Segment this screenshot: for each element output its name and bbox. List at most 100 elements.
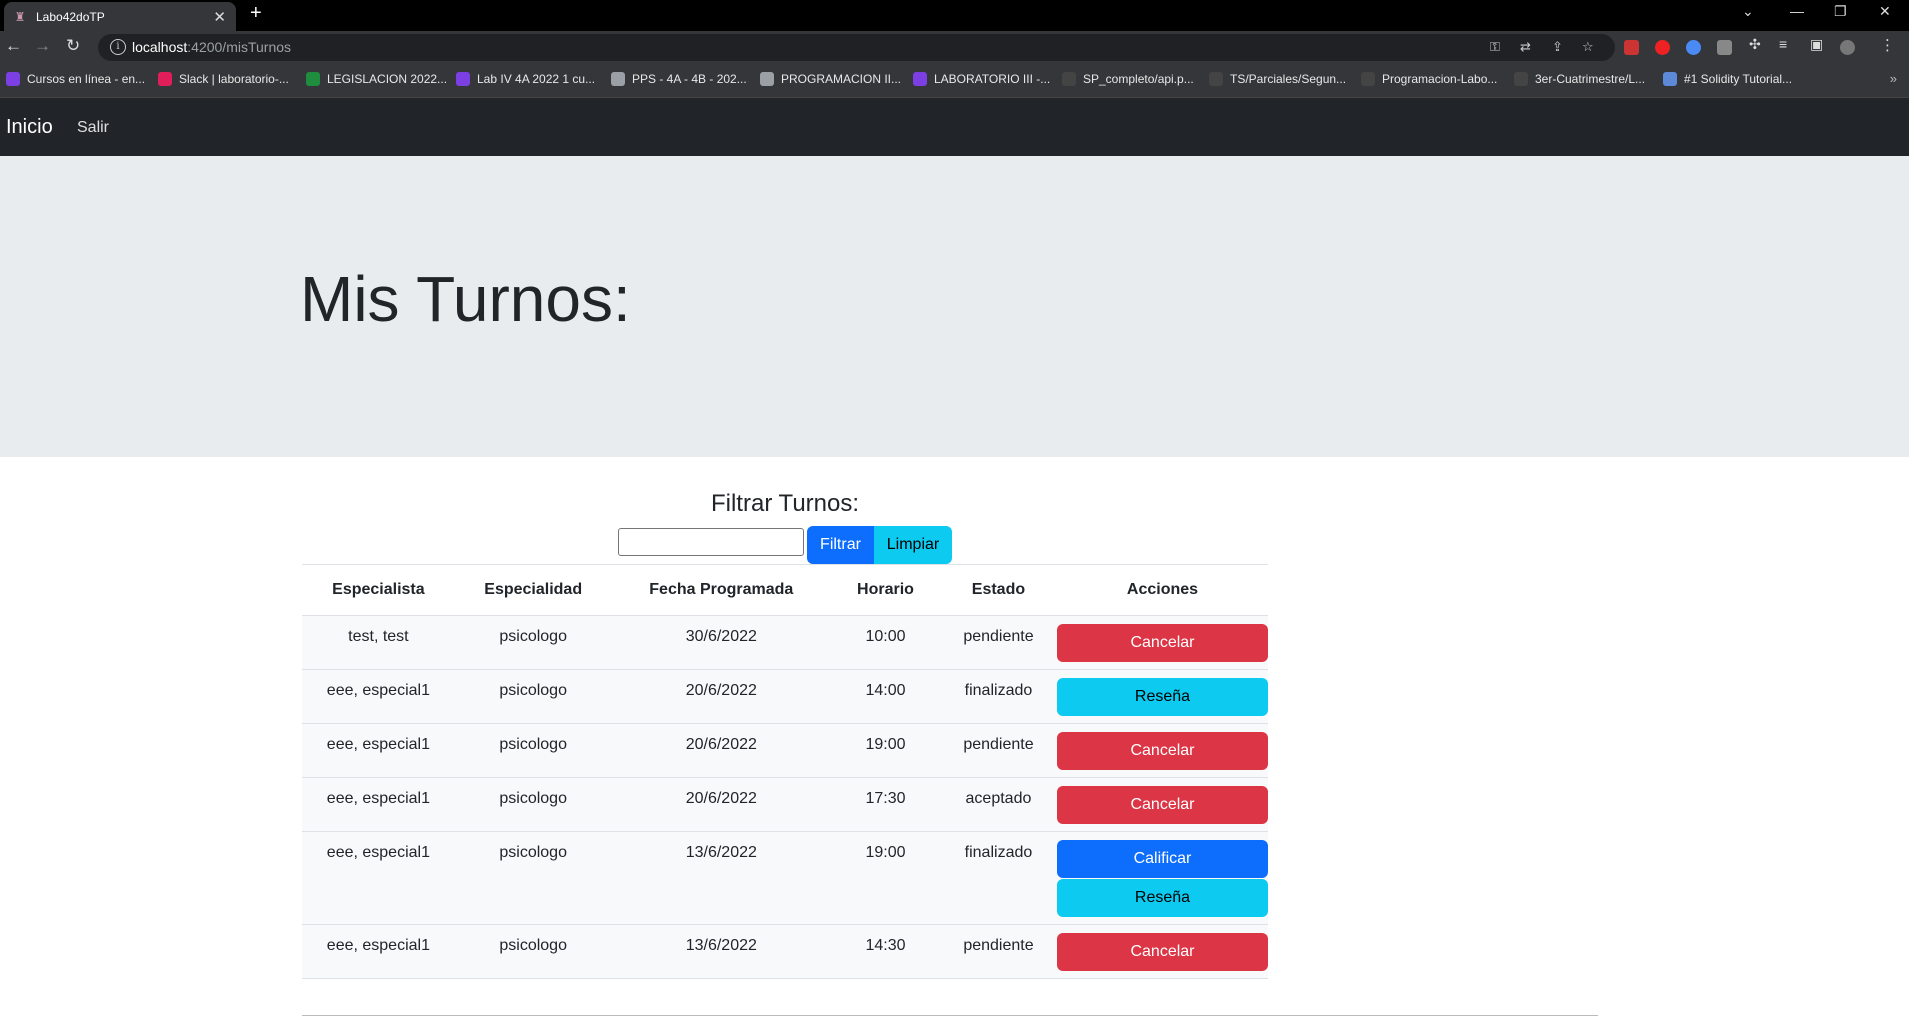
profile-avatar[interactable] [1840, 40, 1855, 55]
cell-horario: 19:00 [831, 831, 940, 925]
bookmark-item[interactable]: Slack | laboratorio-... [158, 72, 289, 86]
cell-acciones: Reseña [1056, 669, 1268, 724]
cell-estado: finalizado [939, 831, 1057, 925]
cell-fecha: 13/6/2022 [611, 831, 831, 925]
browser-tab[interactable]: ♜ Labo42doTP ✕ [4, 2, 236, 31]
table-row: eee, especial1 psicologo 20/6/2022 17:30 ace… [302, 777, 1268, 832]
cancelar-button[interactable]: Cancelar [1056, 786, 1268, 824]
table-row: test, test psicologo 30/6/2022 10:00 pendien… [302, 615, 1268, 670]
filter-input[interactable] [618, 528, 804, 556]
cell-fecha: 20/6/2022 [611, 669, 831, 724]
cell-fecha: 13/6/2022 [611, 924, 831, 979]
column-header-especialista: Especialista [302, 564, 455, 616]
bookmark-item[interactable]: TS/Parciales/Segun... [1209, 72, 1346, 86]
new-tab-icon[interactable]: + [250, 2, 262, 25]
forward-icon[interactable]: → [34, 36, 51, 56]
bookmark-favicon-icon [760, 72, 774, 86]
column-header-horario: Horario [831, 564, 940, 616]
cell-fecha: 20/6/2022 [611, 723, 831, 778]
cell-horario: 14:00 [831, 669, 940, 724]
bookmark-item[interactable]: Programacion-Labo... [1361, 72, 1497, 86]
cell-horario: 17:30 [831, 777, 940, 832]
bookmark-favicon-icon [611, 72, 625, 86]
tab-close-icon[interactable]: ✕ [213, 8, 226, 26]
menu-kebab-icon[interactable]: ⋮ [1880, 36, 1895, 54]
bookmark-item[interactable]: LABORATORIO III -... [913, 72, 1050, 86]
cell-especialista: eee, especial1 [302, 669, 455, 724]
table-row: eee, especial1 psicologo 13/6/2022 19:00 fin… [302, 831, 1268, 925]
cancelar-button[interactable]: Cancelar [1056, 933, 1268, 971]
bookmark-star-icon[interactable]: ☆ [1582, 39, 1594, 55]
cell-acciones: Cancelar [1056, 924, 1268, 979]
cell-estado: pendiente [939, 924, 1057, 979]
divider [302, 1015, 1598, 1016]
share-icon[interactable]: ⇪ [1552, 39, 1563, 55]
cell-especialista: eee, especial1 [302, 831, 455, 925]
bookmark-item[interactable]: LEGISLACION 2022... [306, 72, 447, 86]
column-header-fecha: Fecha Programada [611, 564, 831, 616]
cell-especialidad: psicologo [454, 831, 612, 925]
bookmark-item[interactable]: 3er-Cuatrimestre/L... [1514, 72, 1645, 86]
cell-especialidad: psicologo [454, 669, 612, 724]
browser-tab-strip: ♜ Labo42doTP ✕ + ⌄ — ❐ ✕ [0, 0, 1909, 31]
cancelar-button[interactable]: Cancelar [1056, 624, 1268, 662]
cancelar-button[interactable]: Cancelar [1056, 732, 1268, 770]
bookmark-item[interactable]: PROGRAMACION II... [760, 72, 901, 86]
cell-acciones: Cancelar [1056, 723, 1268, 778]
column-header-acciones: Acciones [1056, 564, 1268, 616]
bookmark-item[interactable]: SP_completo/api.p... [1062, 72, 1194, 86]
cell-estado: pendiente [939, 615, 1057, 670]
cell-especialidad: psicologo [454, 723, 612, 778]
table-header-row: Especialista Especialidad Fecha Programa… [302, 564, 1268, 616]
more-bookmarks-icon[interactable]: » [1890, 71, 1897, 86]
calificar-button[interactable]: Calificar [1056, 840, 1268, 878]
cell-acciones: Calificar Reseña [1056, 831, 1268, 925]
page-title: Mis Turnos: [300, 263, 631, 335]
close-window-icon[interactable]: ✕ [1879, 3, 1891, 20]
translate-icon[interactable]: ⇄ [1520, 39, 1531, 55]
key-icon[interactable]: ⚿ [1490, 39, 1500, 55]
minimize-icon[interactable]: — [1790, 3, 1804, 19]
side-panel-icon[interactable]: ▣ [1810, 36, 1823, 53]
table-row: eee, especial1 psicologo 13/6/2022 14:30 pen… [302, 924, 1268, 979]
filter-title: Filtrar Turnos: [710, 490, 860, 517]
cell-horario: 19:00 [831, 723, 940, 778]
bookmark-favicon-icon [1361, 72, 1375, 86]
page-header: Mis Turnos: [0, 156, 1909, 457]
filtrar-button[interactable]: Filtrar [807, 526, 874, 564]
bookmark-favicon-icon [6, 72, 20, 86]
column-header-estado: Estado [939, 564, 1057, 616]
extension-icon[interactable] [1717, 40, 1732, 55]
bookmark-item[interactable]: Cursos en línea - en... [6, 72, 145, 86]
reading-list-icon[interactable]: ≡ [1779, 36, 1787, 52]
cell-especialista: test, test [302, 615, 455, 670]
resena-button[interactable]: Reseña [1056, 879, 1268, 917]
site-info-icon[interactable]: i [110, 39, 126, 55]
bookmark-favicon-icon [158, 72, 172, 86]
cell-estado: finalizado [939, 669, 1057, 724]
bookmark-favicon-icon [306, 72, 320, 86]
puzzle-extensions-icon[interactable]: ✣ [1749, 36, 1761, 53]
limpiar-button[interactable]: Limpiar [874, 526, 952, 564]
cell-estado: aceptado [939, 777, 1057, 832]
bookmark-item[interactable]: Lab IV 4A 2022 1 cu... [456, 72, 595, 86]
resena-button[interactable]: Reseña [1056, 678, 1268, 716]
reload-icon[interactable]: ↻ [66, 36, 80, 56]
extension-icon[interactable] [1686, 40, 1701, 55]
extension-icon[interactable] [1655, 40, 1670, 55]
extension-icon[interactable] [1624, 40, 1639, 55]
table-row: eee, especial1 psicologo 20/6/2022 19:00 pen… [302, 723, 1268, 778]
nav-link-salir[interactable]: Salir [77, 119, 109, 137]
navbar-brand-inicio[interactable]: Inicio [6, 116, 53, 139]
bookmark-item[interactable]: PPS - 4A - 4B - 202... [611, 72, 747, 86]
turnos-table: Especialista Especialidad Fecha Programa… [302, 564, 1268, 979]
back-icon[interactable]: ← [5, 36, 22, 56]
restore-icon[interactable]: ❐ [1834, 3, 1847, 20]
address-bar[interactable]: i localhost:4200/misTurnos ⚿ ⇄ ⇪ ☆ [98, 34, 1615, 61]
bookmark-item[interactable]: #1 Solidity Tutorial... [1663, 72, 1792, 86]
tab-search-icon[interactable]: ⌄ [1742, 3, 1754, 20]
column-header-especialidad: Especialidad [454, 564, 612, 616]
cell-especialista: eee, especial1 [302, 924, 455, 979]
bookmark-favicon-icon [1062, 72, 1076, 86]
url-text[interactable]: localhost:4200/misTurnos [132, 39, 291, 55]
